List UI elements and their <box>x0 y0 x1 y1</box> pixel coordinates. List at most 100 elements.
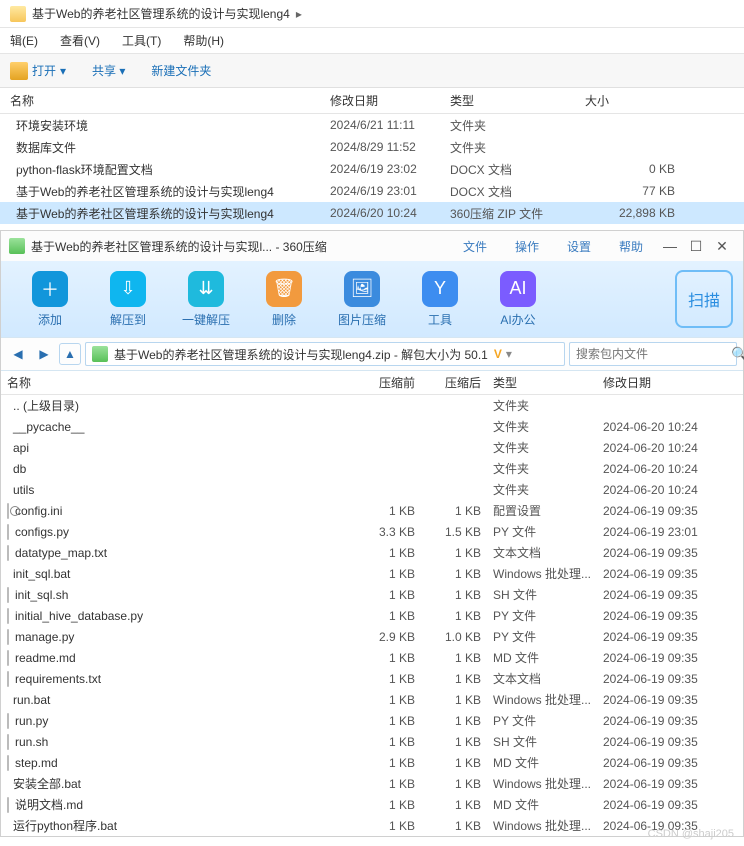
minimize-button[interactable]: — <box>657 238 683 254</box>
zip-window: 基于Web的养老社区管理系统的设计与实现l... - 360压缩 文件 操作 设… <box>0 230 744 837</box>
maximize-button[interactable]: ☐ <box>683 238 709 255</box>
zip-pre: 1 KB <box>349 819 415 833</box>
zip-row[interactable]: 说明文档.md 1 KB 1 KB MD 文件 2024-06-19 09:35 <box>1 794 743 815</box>
zip-row[interactable]: 安装全部.bat 1 KB 1 KB Windows 批处理... 2024-0… <box>1 773 743 794</box>
zip-post: 1 KB <box>415 588 481 602</box>
zcol-name[interactable]: 名称 <box>7 374 349 391</box>
zip-row[interactable]: api 文件夹 2024-06-20 10:24 <box>1 437 743 458</box>
path-field[interactable]: 基于Web的养老社区管理系统的设计与实现leng4.zip - 解包大小为 50… <box>85 342 565 366</box>
zip-row[interactable]: step.md 1 KB 1 KB MD 文件 2024-06-19 09:35 <box>1 752 743 773</box>
file-type: DOCX 文档 <box>450 183 585 200</box>
zcol-pre[interactable]: 压缩前 <box>349 374 415 391</box>
file-type: 文件夹 <box>450 139 585 156</box>
zip-file-name: run.sh <box>15 735 48 749</box>
menu-settings[interactable]: 设置 <box>567 238 591 255</box>
forward-button[interactable]: ▶ <box>33 343 55 365</box>
add-button[interactable]: ＋添加 <box>11 271 89 328</box>
zip-toolbar: ＋添加 ⇩解压到 ⇊一键解压 🗑删除 🖼图片压缩 Y 工具 AIAI办公 扫描 <box>1 261 743 337</box>
zip-row[interactable]: run.py 1 KB 1 KB PY 文件 2024-06-19 09:35 <box>1 710 743 731</box>
zip-date: 2024-06-19 09:35 <box>603 672 733 686</box>
ai-button[interactable]: AIAI办公 <box>479 271 557 328</box>
py-icon <box>7 713 9 729</box>
zip-row[interactable]: run.sh 1 KB 1 KB SH 文件 2024-06-19 09:35 <box>1 731 743 752</box>
tool-label: 工具 <box>401 311 479 328</box>
file-name: 基于Web的养老社区管理系统的设计与实现leng4 <box>16 185 274 199</box>
menu-help[interactable]: 帮助(H) <box>183 32 224 49</box>
file-size: 77 KB <box>585 184 675 198</box>
breadcrumb[interactable]: 基于Web的养老社区管理系统的设计与实现leng4 ▸ <box>0 0 744 28</box>
zip-pre: 3.3 KB <box>349 525 415 539</box>
zip-row[interactable]: utils 文件夹 2024-06-20 10:24 <box>1 479 743 500</box>
file-date: 2024/6/20 10:24 <box>330 206 450 220</box>
file-name: python-flask环境配置文档 <box>16 163 153 177</box>
menu-view[interactable]: 查看(V) <box>60 32 100 49</box>
oneclick-button[interactable]: ⇊一键解压 <box>167 271 245 328</box>
zip-row[interactable]: .. (上级目录) 文件夹 <box>1 395 743 416</box>
file-row[interactable]: 基于Web的养老社区管理系统的设计与实现leng4 2024/6/20 10:2… <box>0 202 744 224</box>
back-button[interactable]: ◀ <box>7 343 29 365</box>
zcol-post[interactable]: 压缩后 <box>415 374 481 391</box>
col-date[interactable]: 修改日期 <box>330 92 450 109</box>
zip-row[interactable]: run.bat 1 KB 1 KB Windows 批处理... 2024-06… <box>1 689 743 710</box>
file-date: 2024/6/19 23:01 <box>330 184 450 198</box>
zip-type: PY 文件 <box>481 607 603 624</box>
new-folder-button[interactable]: 新建文件夹 <box>151 62 211 79</box>
zcol-type[interactable]: 类型 <box>481 374 603 391</box>
file-row[interactable]: 数据库文件 2024/8/29 11:52 文件夹 <box>0 136 744 158</box>
zip-file-name: configs.py <box>15 525 69 539</box>
zip-row[interactable]: initial_hive_database.py 1 KB 1 KB PY 文件… <box>1 605 743 626</box>
file-row[interactable]: 基于Web的养老社区管理系统的设计与实现leng4 2024/6/19 23:0… <box>0 180 744 202</box>
zip-body: .. (上级目录) 文件夹 __pycache__ 文件夹 2024-06-20… <box>1 395 743 836</box>
file-row[interactable]: 环境安装环境 2024/6/21 11:11 文件夹 <box>0 114 744 136</box>
menu-tools[interactable]: 工具(T) <box>122 32 161 49</box>
zip-date: 2024-06-19 09:35 <box>603 693 733 707</box>
file-date: 2024/6/21 11:11 <box>330 118 450 132</box>
zip-row[interactable]: config.ini 1 KB 1 KB 配置设置 2024-06-19 09:… <box>1 500 743 521</box>
zip-date: 2024-06-19 09:35 <box>603 735 733 749</box>
explorer-header: 名称 修改日期 类型 大小 <box>0 88 744 114</box>
zip-row[interactable]: datatype_map.txt 1 KB 1 KB 文本文档 2024-06-… <box>1 542 743 563</box>
extract-button[interactable]: ⇩解压到 <box>89 271 167 328</box>
zip-row[interactable]: readme.md 1 KB 1 KB MD 文件 2024-06-19 09:… <box>1 647 743 668</box>
menu-operate[interactable]: 操作 <box>515 238 539 255</box>
open-button[interactable]: 打开 ▾ <box>10 62 66 80</box>
tools-button[interactable]: Y 工具 <box>401 271 479 328</box>
menu-help2[interactable]: 帮助 <box>619 238 643 255</box>
zip-header: 名称 压缩前 压缩后 类型 修改日期 <box>1 371 743 395</box>
zip-date: 2024-06-19 23:01 <box>603 525 733 539</box>
search-box[interactable]: 🔍 <box>569 342 737 366</box>
zip-row[interactable]: db 文件夹 2024-06-20 10:24 <box>1 458 743 479</box>
file-row[interactable]: python-flask环境配置文档 2024/6/19 23:02 DOCX … <box>0 158 744 180</box>
zip-row[interactable]: configs.py 3.3 KB 1.5 KB PY 文件 2024-06-1… <box>1 521 743 542</box>
chevron-down-icon[interactable]: ▾ <box>506 347 512 361</box>
menu-edit[interactable]: 辑(E) <box>10 32 38 49</box>
search-icon[interactable]: 🔍 <box>731 346 744 363</box>
ini-icon <box>7 503 9 519</box>
col-size[interactable]: 大小 <box>585 92 675 109</box>
zip-row[interactable]: 运行python程序.bat 1 KB 1 KB Windows 批处理... … <box>1 815 743 836</box>
zip-row[interactable]: manage.py 2.9 KB 1.0 KB PY 文件 2024-06-19… <box>1 626 743 647</box>
zcol-date[interactable]: 修改日期 <box>603 374 733 391</box>
share-button[interactable]: 共享 ▾ <box>92 62 125 79</box>
zip-date: 2024-06-19 09:35 <box>603 651 733 665</box>
zip-post: 1 KB <box>415 798 481 812</box>
zip-row[interactable]: __pycache__ 文件夹 2024-06-20 10:24 <box>1 416 743 437</box>
up-button[interactable]: ▲ <box>59 343 81 365</box>
zip-post: 1 KB <box>415 504 481 518</box>
imgcompress-button[interactable]: 🖼图片压缩 <box>323 271 401 328</box>
col-type[interactable]: 类型 <box>450 92 585 109</box>
zip-file-name: run.bat <box>13 693 50 707</box>
zip-row[interactable]: init_sql.sh 1 KB 1 KB SH 文件 2024-06-19 0… <box>1 584 743 605</box>
zip-row[interactable]: requirements.txt 1 KB 1 KB 文本文档 2024-06-… <box>1 668 743 689</box>
scan-button[interactable]: 扫描 <box>675 270 733 328</box>
zip-row[interactable]: init_sql.bat 1 KB 1 KB Windows 批处理... 20… <box>1 563 743 584</box>
col-name[interactable]: 名称 <box>10 92 330 109</box>
zip-file-name: readme.md <box>15 651 76 665</box>
close-button[interactable]: ✕ <box>709 238 735 255</box>
search-input[interactable] <box>576 347 731 361</box>
delete-button[interactable]: 🗑删除 <box>245 271 323 328</box>
zip-type: 文件夹 <box>481 439 603 456</box>
zip-post: 1.5 KB <box>415 525 481 539</box>
menu-file[interactable]: 文件 <box>463 238 487 255</box>
tool-icon: Y <box>422 271 458 307</box>
